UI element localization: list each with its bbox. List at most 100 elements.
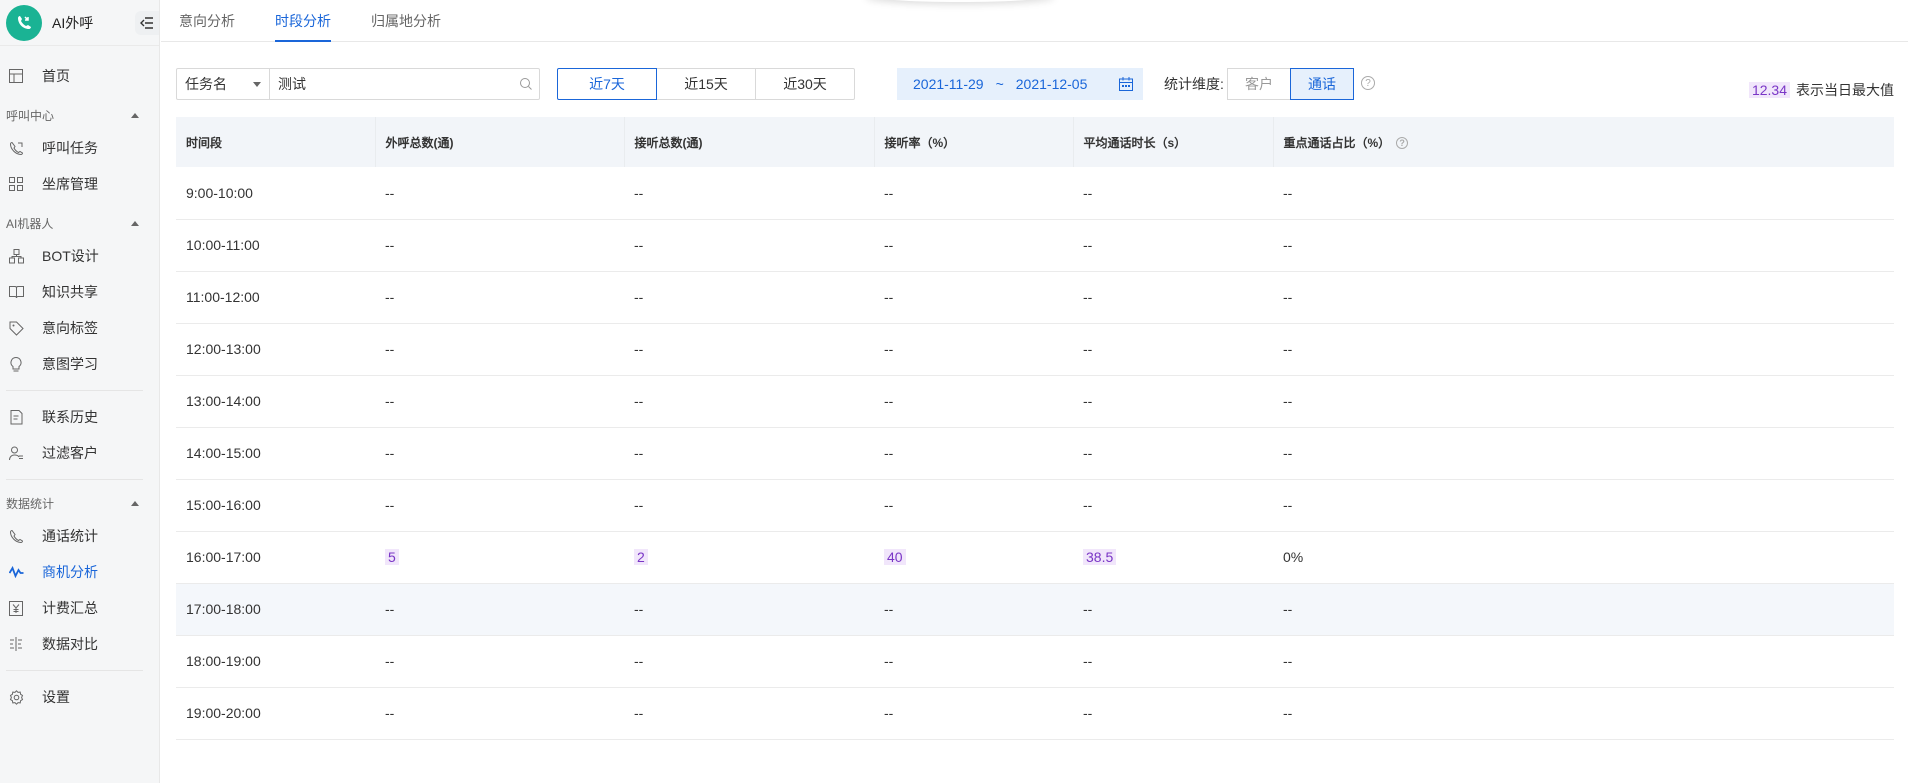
avg-duration-cell: 38.5 — [1073, 531, 1273, 584]
task-type-select[interactable]: 任务名 — [176, 68, 270, 100]
sidebar-group-data-stats[interactable]: 数据统计 — [0, 488, 159, 518]
task-type-value: 任务名 — [185, 76, 227, 92]
outbound-total-cell: -- — [375, 219, 624, 272]
sidebar-nav: 首页 呼叫中心 呼叫任务 坐席管理 AI机器人 BOT设计 知识共享 意向标签 … — [0, 46, 159, 715]
phone-call-icon — [8, 140, 24, 156]
answered-total-cell: 2 — [624, 531, 874, 584]
table-row[interactable]: 12:00-13:00 -- -- -- -- -- — [176, 323, 1894, 376]
sidebar-item-home[interactable]: 首页 — [0, 58, 159, 94]
table-row[interactable]: 14:00-15:00 -- -- -- -- -- — [176, 427, 1894, 480]
table-row[interactable]: 16:00-17:00 5 2 40 38.5 0% — [176, 531, 1894, 584]
cell-value: -- — [1083, 445, 1093, 461]
sidebar-item-data-compare[interactable]: 数据对比 — [0, 626, 159, 662]
table-row[interactable]: 9:00-10:00 -- -- -- -- -- — [176, 167, 1894, 220]
cell-value: -- — [634, 289, 644, 305]
caret-up-icon — [131, 500, 139, 506]
cell-value: -- — [1083, 705, 1093, 721]
sidebar-item-intent-learning[interactable]: 意图学习 — [0, 346, 159, 382]
cell-value: -- — [1083, 497, 1093, 513]
answer-rate-cell: -- — [874, 427, 1073, 480]
sidebar-group-call-center[interactable]: 呼叫中心 — [0, 100, 159, 130]
table-row[interactable]: 11:00-12:00 -- -- -- -- -- — [176, 271, 1894, 324]
time-period-cell: 12:00-13:00 — [176, 323, 375, 376]
collapse-sidebar-button[interactable] — [135, 11, 159, 35]
avg-duration-cell: -- — [1073, 635, 1273, 688]
table-row[interactable]: 10:00-11:00 -- -- -- -- -- — [176, 219, 1894, 272]
sidebar-item-call-stats[interactable]: 通话统计 — [0, 518, 159, 554]
cell-value: -- — [1083, 237, 1093, 253]
sidebar-group-ai-robot[interactable]: AI机器人 — [0, 208, 159, 238]
history-doc-icon — [8, 409, 24, 425]
sidebar-item-knowledge-share[interactable]: 知识共享 — [0, 274, 159, 310]
dimension-call-button[interactable]: 通话 — [1290, 68, 1354, 100]
answer-rate-cell: -- — [874, 323, 1073, 376]
sidebar-item-filter-customers[interactable]: 过滤客户 — [0, 435, 159, 471]
cell-value: -- — [1283, 237, 1293, 253]
outbound-total-cell: 5 — [375, 531, 624, 584]
range-15-days-button[interactable]: 近15天 — [656, 68, 756, 100]
cell-value: -- — [385, 653, 395, 669]
cell-value: -- — [634, 497, 644, 513]
date-range-picker[interactable]: 2021-11-29 ~ 2021-12-05 — [897, 68, 1143, 100]
date-start: 2021-11-29 — [913, 76, 984, 92]
user-filter-icon — [8, 445, 24, 461]
task-search-value: 测试 — [278, 76, 306, 92]
sidebar-item-settings[interactable]: 设置 — [0, 679, 159, 715]
collapse-icon — [140, 17, 153, 29]
sidebar-item-billing-summary[interactable]: 计费汇总 — [0, 590, 159, 626]
dimension-customer-button[interactable]: 客户 — [1227, 68, 1291, 100]
outbound-total-cell: -- — [375, 687, 624, 740]
answer-rate-cell: -- — [874, 583, 1073, 636]
search-icon[interactable] — [519, 77, 533, 94]
cell-value: -- — [884, 184, 894, 201]
cell-value: -- — [1083, 653, 1093, 669]
table-row[interactable]: 13:00-14:00 -- -- -- -- -- — [176, 375, 1894, 428]
range-7-days-button[interactable]: 近7天 — [557, 68, 657, 100]
table-row[interactable]: 15:00-16:00 -- -- -- -- -- — [176, 479, 1894, 532]
table-row[interactable]: 18:00-19:00 -- -- -- -- -- — [176, 635, 1894, 688]
col-header-key-call-ratio-label: 重点通话占比（%） — [1283, 135, 1391, 150]
max-value-legend: 12.34 表示当日最大值 — [1748, 80, 1894, 100]
cell-value: 18:00-19:00 — [186, 653, 261, 669]
key-call-ratio-cell: -- — [1273, 479, 1894, 532]
dimension-toggle: 客户 通话 — [1227, 68, 1354, 100]
key-call-ratio-cell: -- — [1273, 167, 1894, 220]
cell-value: -- — [385, 497, 395, 513]
cell-value: 19:00-20:00 — [186, 705, 261, 721]
avg-duration-cell: -- — [1073, 583, 1273, 636]
col-header-outbound-total: 外呼总数(通) — [375, 117, 625, 167]
cell-value: 14:00-15:00 — [186, 445, 261, 461]
tab-location-analysis[interactable]: 归属地分析 — [371, 11, 441, 41]
avg-duration-cell: -- — [1073, 271, 1273, 324]
sidebar-item-intent-tags[interactable]: 意向标签 — [0, 310, 159, 346]
cell-value: -- — [385, 184, 395, 201]
tag-icon — [8, 320, 24, 336]
cell-value: -- — [385, 601, 395, 617]
sidebar-item-call-task[interactable]: 呼叫任务 — [0, 130, 159, 166]
sidebar-divider — [6, 670, 143, 671]
tab-time-period-analysis[interactable]: 时段分析 — [275, 11, 331, 42]
cell-value: -- — [634, 601, 644, 617]
tab-intent-analysis[interactable]: 意向分析 — [179, 11, 235, 41]
answer-rate-cell: -- — [874, 479, 1073, 532]
help-icon[interactable]: ? — [1396, 137, 1409, 150]
sidebar-divider — [6, 479, 143, 480]
key-call-ratio-cell: -- — [1273, 219, 1894, 272]
outbound-total-cell: -- — [375, 323, 624, 376]
sidebar-divider — [6, 390, 143, 391]
cell-value: -- — [634, 705, 644, 721]
outbound-total-cell: -- — [375, 583, 624, 636]
col-header-key-call-ratio: 重点通话占比（%）? — [1273, 117, 1894, 167]
help-icon[interactable]: ? — [1361, 76, 1375, 90]
sidebar-item-opportunity-analysis[interactable]: 商机分析 — [0, 554, 159, 590]
sidebar-item-agent-management[interactable]: 坐席管理 — [0, 166, 159, 202]
sidebar-item-contact-history[interactable]: 联系历史 — [0, 399, 159, 435]
task-search-input[interactable]: 测试 — [269, 68, 540, 100]
brand: AI外呼 — [0, 0, 159, 46]
table-row[interactable]: 19:00-20:00 -- -- -- -- -- — [176, 687, 1894, 740]
sidebar-item-bot-design[interactable]: BOT设计 — [0, 238, 159, 274]
range-30-days-button[interactable]: 近30天 — [755, 68, 855, 100]
sidebar-group-label: 数据统计 — [6, 496, 55, 511]
table-row[interactable]: 17:00-18:00 -- -- -- -- -- — [176, 583, 1894, 636]
cell-value: -- — [1283, 601, 1293, 617]
